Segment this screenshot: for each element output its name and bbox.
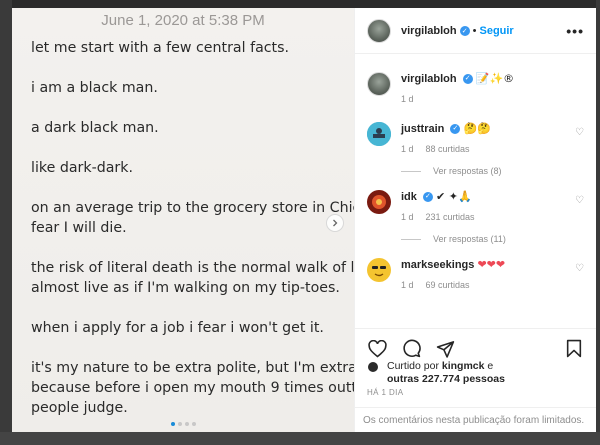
note-gap [31,178,354,198]
header-username[interactable]: virgilabloh [401,25,457,37]
avatar[interactable] [367,258,391,282]
avatar[interactable] [367,361,379,373]
comment-heart-icon[interactable]: ♡ [575,127,584,138]
header-separator: • [472,24,477,37]
comments-list[interactable]: virgilabloh ✓ 📝✨® 1 d justtrain ✓ 🤔🤔 1 d… [355,54,596,328]
likes-summary: Curtido por kingmck e outras 227.774 pes… [367,360,505,386]
note-date: June 1, 2020 at 5:38 PM [101,12,265,29]
note-gap [31,138,354,158]
follow-button[interactable]: Seguir [479,25,513,37]
backdrop-right [596,0,600,445]
view-replies-label[interactable]: Ver respostas (11) [433,234,506,244]
carousel-dot [184,422,189,426]
likes-others-prefix[interactable]: outras [387,373,422,385]
comments-limited-notice: Os comentários nesta publicação foram li… [355,407,596,432]
avatar[interactable] [367,72,391,96]
verified-badge-icon: ✓ [462,74,473,85]
note-body: let me start with a few central facts. i … [31,38,354,418]
bookmark-icon[interactable] [564,339,584,359]
post-header: virgilabloh ✓ • Seguir ••• [355,8,596,54]
comment: idk ✓ ✔ ✦🙏 1 d 231 curtidas ♡ [367,190,584,222]
post-time-ago[interactable]: HÁ 1 DIA [367,388,404,397]
more-options-icon[interactable]: ••• [566,23,584,39]
comment-heart-icon[interactable]: ♡ [575,195,584,206]
verified-badge-icon: ✓ [450,124,461,135]
verified-badge-icon: ✓ [422,192,433,203]
note-line: like dark-dark. [31,160,133,176]
comment-time: 1 d [401,212,414,222]
backdrop-left [0,0,12,445]
comment-username[interactable]: justtrain [401,123,444,135]
comment-time: 1 d [401,144,414,154]
note-line: i am a black man. [31,80,158,96]
share-icon[interactable] [435,339,455,359]
note-line: it's my nature to be extra polite, but I… [31,360,354,376]
caption: virgilabloh ✓ 📝✨® 1 d [367,72,584,104]
note-line: on an average trip to the grocery store … [31,200,354,216]
note-line: almost live as if I'm walking on my tip-… [31,280,340,296]
note-gap [31,298,354,318]
view-replies-label[interactable]: Ver respostas (8) [433,166,502,176]
note-line: the risk of literal death is the normal … [31,260,354,276]
note-gap [31,58,354,78]
comment-likes[interactable]: 231 curtidas [426,212,475,222]
comment-username[interactable]: idk [401,191,417,203]
backdrop-bottom [0,432,600,445]
comment-icon[interactable] [401,339,421,359]
view-replies-button[interactable]: Ver respostas (11) [401,234,584,244]
verified-badge-icon: ✓ [459,25,470,36]
post-side-panel: virgilabloh ✓ • Seguir ••• virgilabloh ✓… [354,8,596,432]
comment: markseekings ❤❤❤ 1 d 69 curtidas ♡ [367,258,584,290]
note-line: fear I will die. [31,220,127,236]
carousel-dots [12,422,354,426]
avatar[interactable] [367,190,391,214]
heart-icon[interactable] [367,339,387,359]
comment-likes[interactable]: 88 curtidas [426,144,470,154]
likes-others-suffix[interactable]: pessoas [460,373,505,385]
note-line: when i apply for a job i fear i won't ge… [31,320,324,336]
likes-count[interactable]: 227.774 [422,373,460,385]
note-gap [31,98,354,118]
caption-username[interactable]: virgilabloh [401,73,457,85]
comment: justtrain ✓ 🤔🤔 1 d 88 curtidas ♡ [367,122,584,154]
carousel-dot [191,422,196,426]
comment-likes[interactable]: 69 curtidas [426,280,470,290]
caption-text: 📝✨® [475,72,515,85]
comment-heart-icon[interactable]: ♡ [575,263,584,274]
view-replies-button[interactable]: Ver respostas (8) [401,166,584,176]
carousel-dot [177,422,182,426]
note-gap [31,238,354,258]
avatar[interactable] [367,122,391,146]
post-media: June 1, 2020 at 5:38 PM let me start wit… [12,8,354,432]
avatar[interactable] [367,18,391,43]
comment-text: 🤔🤔 [463,122,491,135]
note-line: because before i open my mouth 9 times o… [31,380,354,396]
likes-middle: e [484,360,494,372]
comment-username[interactable]: markseekings [401,259,474,271]
chevron-right-icon[interactable] [326,214,344,232]
replies-divider [401,170,421,172]
note-line: a dark black man. [31,120,159,136]
note-line: let me start with a few central facts. [31,40,290,56]
note-line: people judge. [31,400,128,416]
caption-time: 1 d [401,94,414,104]
carousel-dot [170,422,175,426]
note-gap [31,338,354,358]
replies-divider [401,238,421,240]
comment-text: ❤❤❤ [477,258,506,271]
post-modal: June 1, 2020 at 5:38 PM let me start wit… [12,8,596,432]
comment-text: ✔ ✦🙏 [436,190,472,203]
liked-by-user[interactable]: kingmck [442,360,485,372]
likes-prefix: Curtido por [387,360,442,372]
comment-time: 1 d [401,280,414,290]
